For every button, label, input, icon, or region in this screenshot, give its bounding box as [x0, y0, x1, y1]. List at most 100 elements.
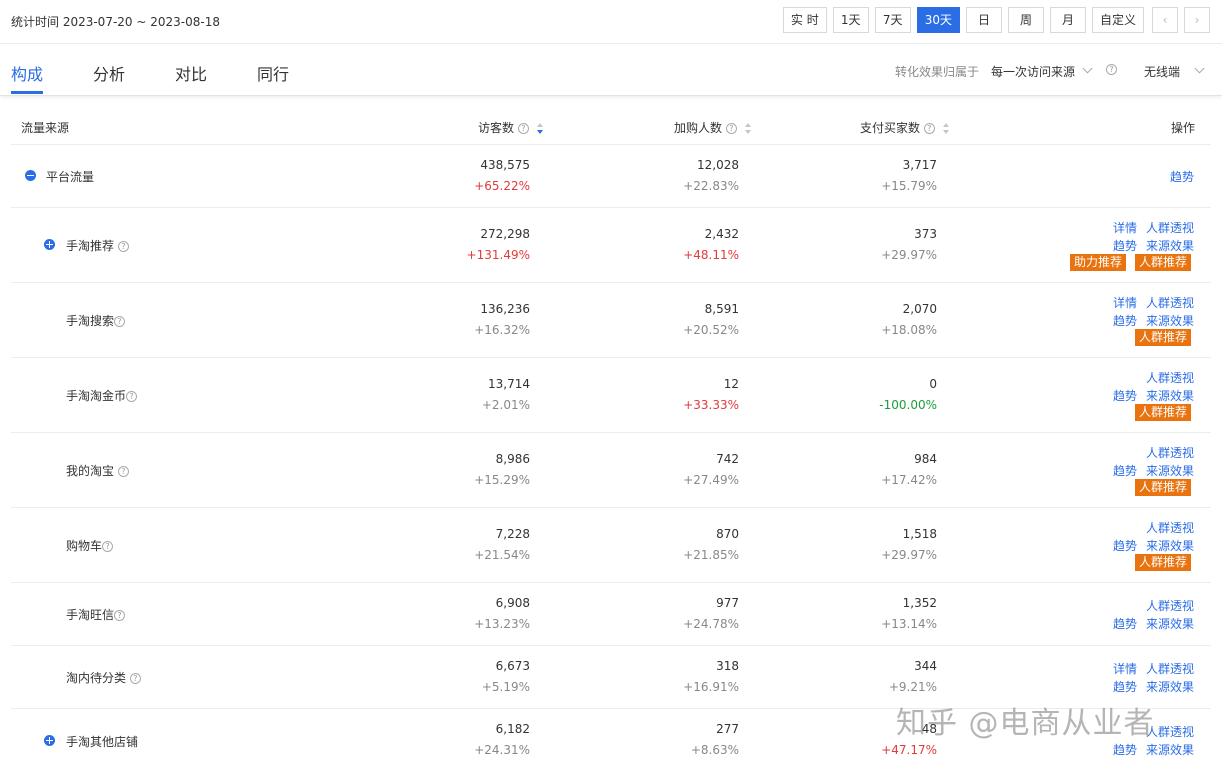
active-tab-indicator [11, 91, 43, 94]
sort-icon[interactable] [536, 122, 544, 135]
cart-change: +21.85% [683, 548, 739, 562]
buyers-value: 1,518 [902, 527, 937, 541]
crowd-recommend-badge[interactable]: 人群推荐 [1135, 554, 1192, 571]
sort-icon[interactable] [744, 122, 752, 135]
help-icon[interactable]: ? [102, 541, 114, 552]
trend-link[interactable]: 趋势 [1113, 462, 1137, 479]
crowd-insight-link[interactable]: 人群透视 [1146, 369, 1194, 386]
crowd-insight-link[interactable]: 人群透视 [1146, 294, 1194, 311]
visitors-value: 8,986 [495, 452, 530, 466]
cart-value: 12 [723, 377, 739, 391]
col-visitors[interactable]: 访客数 ? [478, 119, 544, 136]
source-effect-link[interactable]: 来源效果 [1146, 615, 1194, 632]
tab-peers[interactable]: 同行 [257, 61, 289, 85]
tab-bar: 构成 分析 对比 同行 转化效果归属于 每一次访问来源 ? 无线端 [0, 45, 1222, 96]
cart-value: 977 [716, 596, 739, 610]
visitors-value: 272,298 [480, 227, 530, 241]
cart-change: +27.49% [683, 473, 739, 487]
visitors-value: 13,714 [488, 377, 530, 391]
cart-change: +8.63% [690, 743, 739, 757]
boost-recommend-badge[interactable]: 助力推荐 [1070, 254, 1127, 271]
cart-change: +20.52% [683, 323, 739, 337]
sort-icon[interactable] [942, 122, 950, 135]
buyers-change: +15.79% [881, 179, 937, 193]
source-effect-link[interactable]: 来源效果 [1146, 387, 1194, 404]
cart-value: 318 [716, 659, 739, 673]
buyers-change: +47.17% [881, 743, 937, 757]
col-buyers[interactable]: 支付买家数 ? [860, 119, 950, 136]
crowd-insight-link[interactable]: 人群透视 [1146, 597, 1194, 614]
help-icon[interactable]: ? [725, 123, 737, 134]
range-month-button[interactable]: 月 [1049, 7, 1086, 33]
help-icon[interactable]: ? [117, 466, 129, 477]
range-realtime-button[interactable]: 实 时 [782, 7, 827, 33]
source-effect-link[interactable]: 来源效果 [1146, 741, 1194, 758]
source-effect-link[interactable]: 来源效果 [1146, 678, 1194, 695]
trend-link[interactable]: 趋势 [1113, 312, 1137, 329]
col-cart[interactable]: 加购人数 ? [674, 119, 752, 136]
attribution-select[interactable]: 每一次访问来源 [991, 63, 1075, 80]
range-1day-button[interactable]: 1天 [832, 7, 869, 33]
prev-period-chevron-icon[interactable]: ‹ [1152, 7, 1178, 33]
buyers-value: 984 [914, 452, 937, 466]
trend-link[interactable]: 趋势 [1113, 678, 1137, 695]
visitors-value: 7,228 [495, 527, 530, 541]
buyers-value: 2,070 [902, 302, 937, 316]
range-7day-button[interactable]: 7天 [874, 7, 911, 33]
crowd-insight-link[interactable]: 人群透视 [1146, 444, 1194, 461]
visitors-value: 6,908 [495, 596, 530, 610]
trend-link[interactable]: 趋势 [1113, 615, 1137, 632]
trend-link[interactable]: 趋势 [1113, 537, 1137, 554]
trend-link[interactable]: 趋势 [1113, 741, 1137, 758]
crowd-recommend-badge[interactable]: 人群推荐 [1135, 329, 1192, 346]
crowd-insight-link[interactable]: 人群透视 [1146, 519, 1194, 536]
help-icon[interactable]: ? [114, 316, 126, 327]
source-name: 我的淘宝 ? [66, 462, 129, 479]
buyers-change: +9.21% [888, 680, 937, 694]
crowd-recommend-badge[interactable]: 人群推荐 [1135, 254, 1192, 271]
visitors-value: 6,673 [495, 659, 530, 673]
help-icon[interactable]: ? [129, 673, 141, 684]
trend-link[interactable]: 趋势 [1113, 387, 1137, 404]
table-row: 手淘推荐 ? 272,298 +131.49% 2,432 +48.11% 37… [11, 208, 1211, 283]
help-icon[interactable]: ? [114, 610, 126, 621]
next-period-chevron-icon[interactable]: › [1184, 7, 1210, 33]
range-custom-button[interactable]: 自定义 [1091, 7, 1144, 33]
range-week-button[interactable]: 周 [1007, 7, 1044, 33]
table-header: 流量来源 访客数 ? 加购人数 ? 支付买家数 ? 操作 [11, 108, 1211, 145]
detail-link[interactable]: 详情 [1113, 219, 1137, 236]
help-icon[interactable]: ? [517, 123, 529, 134]
trend-link[interactable]: 趋势 [1170, 168, 1194, 185]
cart-change: +48.11% [683, 248, 739, 262]
crowd-recommend-badge[interactable]: 人群推荐 [1135, 404, 1192, 421]
detail-link[interactable]: 详情 [1113, 660, 1137, 677]
help-icon[interactable]: ? [117, 241, 129, 252]
range-30day-button[interactable]: 30天 [916, 7, 960, 33]
source-effect-link[interactable]: 来源效果 [1146, 237, 1194, 254]
tab-compare[interactable]: 对比 [175, 61, 207, 85]
tab-analysis[interactable]: 分析 [93, 61, 125, 85]
tab-composition[interactable]: 构成 [11, 61, 43, 85]
help-icon[interactable]: ? [126, 391, 138, 402]
source-name: 手淘淘金币? [66, 387, 138, 404]
device-select[interactable]: 无线端 [1144, 63, 1180, 80]
trend-link[interactable]: 趋势 [1113, 237, 1137, 254]
crowd-insight-link[interactable]: 人群透视 [1146, 219, 1194, 236]
col-visitors-label: 访客数 [478, 121, 515, 135]
table-row: 我的淘宝 ? 8,986 +15.29% 742 +27.49% 984 +17… [11, 433, 1211, 508]
range-day-button[interactable]: 日 [965, 7, 1002, 33]
crowd-recommend-badge[interactable]: 人群推荐 [1135, 479, 1192, 496]
detail-link[interactable]: 详情 [1113, 294, 1137, 311]
collapse-icon[interactable] [25, 170, 36, 181]
visitors-change: +16.32% [474, 323, 530, 337]
visitors-value: 6,182 [495, 722, 530, 736]
visitors-change: +13.23% [474, 617, 530, 631]
source-effect-link[interactable]: 来源效果 [1146, 312, 1194, 329]
source-effect-link[interactable]: 来源效果 [1146, 462, 1194, 479]
expand-icon[interactable] [44, 239, 55, 250]
source-effect-link[interactable]: 来源效果 [1146, 537, 1194, 554]
crowd-insight-link[interactable]: 人群透视 [1146, 660, 1194, 677]
expand-icon[interactable] [44, 735, 55, 746]
help-icon[interactable]: ? [1106, 64, 1117, 75]
help-icon[interactable]: ? [923, 123, 935, 134]
